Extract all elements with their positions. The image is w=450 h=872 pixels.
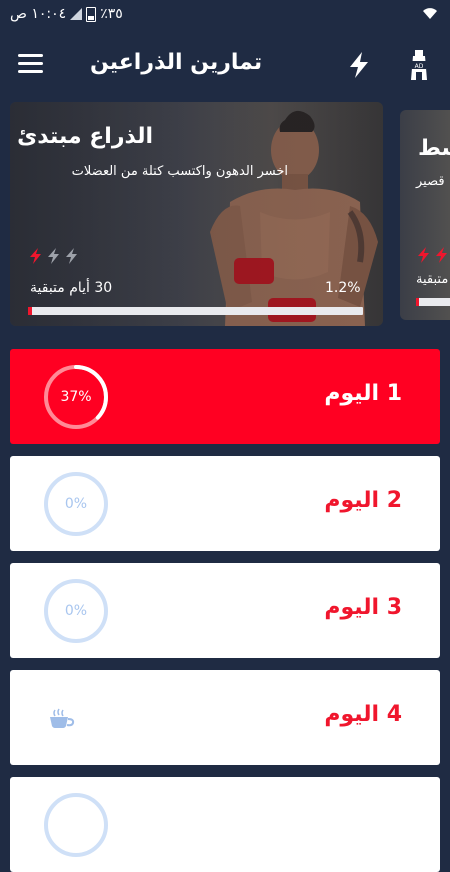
program-card-beginner[interactable]: الذراع مبتدئ اخسر الدهون واكتسب كتلة من … [10, 102, 383, 326]
signal-icon [70, 8, 83, 20]
remove-ads-button[interactable]: AD [406, 48, 432, 82]
program-progress-bar [28, 307, 363, 315]
battery-percent: ٪٣٥ [100, 6, 123, 22]
program-card-intermediate[interactable]: سط قصير متبقية [400, 110, 450, 320]
wifi-icon [422, 6, 438, 24]
days-remaining: متبقية [416, 272, 449, 287]
status-bar: ١٠:٠٤ ص ٪٣٥ [0, 0, 450, 30]
bolt-button[interactable] [344, 50, 374, 80]
status-time: ١٠:٠٤ ص [10, 6, 67, 22]
bolt-icon [418, 247, 429, 263]
battery-icon [86, 6, 97, 22]
day-item[interactable]: 37% 1 اليوم [10, 349, 440, 444]
bolt-icon [48, 248, 59, 264]
coffee-cup-icon [50, 708, 75, 728]
day-item[interactable]: 0% 3 اليوم [10, 563, 440, 658]
bolt-icon [350, 52, 368, 78]
app-bar: تمارين الذراعين AD [0, 38, 450, 92]
day-item-rest[interactable]: 4 اليوم [10, 670, 440, 765]
program-percent: 1.2% [325, 280, 361, 296]
day-label: 4 اليوم [324, 702, 402, 727]
bolt-icon [66, 248, 77, 264]
progress-percent: 37% [60, 389, 92, 405]
program-progress-fill [28, 307, 33, 315]
days-remaining: 30 أيام متبقية [30, 280, 113, 296]
menu-line [18, 70, 43, 73]
page-title: تمارين الذراعين [90, 50, 263, 75]
menu-line [18, 62, 43, 65]
day-label: 2 اليوم [324, 488, 402, 513]
progress-percent: 0% [64, 603, 88, 619]
program-title: الذراع مبتدئ [17, 124, 153, 149]
program-subtitle: اخسر الدهون واكتسب كتلة من العضلات [71, 164, 288, 179]
program-title: سط [418, 136, 450, 161]
bolt-icon [436, 247, 447, 263]
menu-line [18, 54, 43, 57]
status-left: ١٠:٠٤ ص ٪٣٥ [10, 6, 123, 22]
svg-text:AD: AD [415, 63, 424, 70]
day-item[interactable] [10, 777, 440, 872]
program-subtitle: قصير [416, 174, 445, 189]
ad-tower-icon: AD [411, 50, 427, 80]
progress-percent: 0% [64, 496, 88, 512]
progress-ring [44, 793, 108, 857]
day-label: 1 اليوم [324, 381, 402, 406]
day-item[interactable]: 0% 2 اليوم [10, 456, 440, 551]
difficulty-level [416, 246, 450, 264]
program-progress-bar [416, 298, 450, 306]
day-label: 3 اليوم [324, 595, 402, 620]
difficulty-level [28, 247, 80, 265]
bolt-icon [30, 248, 41, 264]
program-progress-fill [416, 298, 419, 306]
menu-button[interactable] [18, 54, 43, 74]
